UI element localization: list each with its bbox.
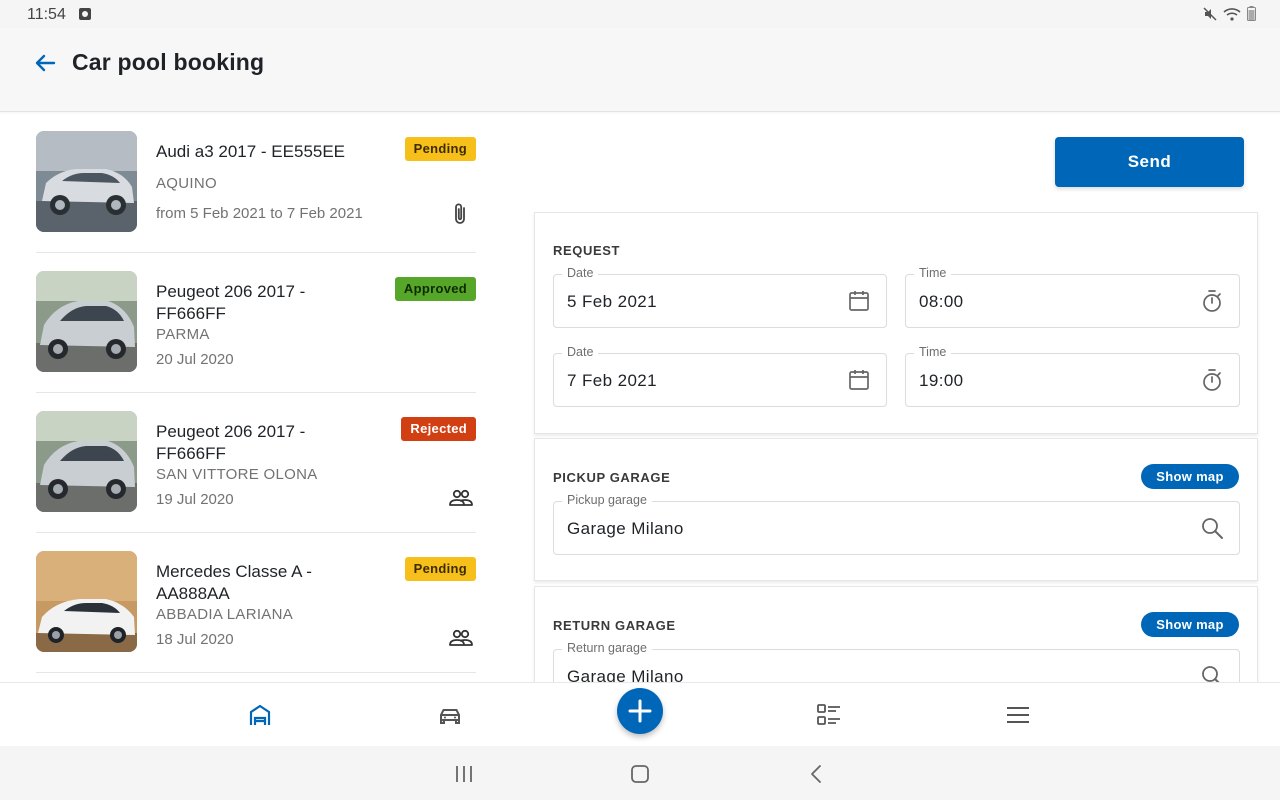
recent-apps-icon[interactable]: [453, 763, 475, 785]
mute-icon: [1203, 6, 1217, 21]
calendar-icon[interactable]: [846, 288, 872, 314]
status-bar: 11:54: [0, 0, 1280, 28]
add-button[interactable]: [617, 688, 663, 734]
request-section-title: REQUEST: [553, 243, 621, 258]
booking-item[interactable]: Mercedes Classe A - AA888AA ABBADIA LARI…: [36, 533, 476, 673]
car-location: PARMA: [156, 326, 210, 343]
return-section-title: RETURN GARAGE: [553, 618, 676, 633]
wifi-icon: [1223, 7, 1241, 21]
booking-date: from 5 Feb 2021 to 7 Feb 2021: [156, 205, 363, 222]
menu-icon[interactable]: [1004, 701, 1032, 729]
booking-item[interactable]: Peugeot 206 2017 - FF666FF SAN VITTORE O…: [36, 393, 476, 533]
timer-icon[interactable]: [1199, 367, 1225, 393]
car-name: Mercedes Classe A - AA888AA: [156, 562, 312, 603]
booking-item[interactable]: Audi a3 2017 - EE555EE AQUINO from 5 Feb…: [36, 113, 476, 253]
car-photo: [36, 271, 137, 372]
end-time-value: 19:00: [919, 371, 964, 390]
car-name: Audi a3 2017 - EE555EE: [156, 142, 346, 161]
people-icon: [449, 629, 473, 646]
car-location: ABBADIA LARIANA: [156, 606, 294, 623]
send-button[interactable]: Send: [1055, 137, 1244, 187]
pickup-garage-field[interactable]: Pickup garage Garage Milano: [553, 493, 1240, 555]
add-icon: [628, 699, 652, 723]
request-card: REQUEST Date 5 Feb 2021 Time 08:00 Date …: [534, 212, 1258, 434]
end-date-value: 7 Feb 2021: [567, 371, 658, 390]
start-time-value: 08:00: [919, 292, 964, 311]
status-badge: Pending: [404, 557, 476, 581]
booking-date: 20 Jul 2020: [156, 351, 234, 368]
app-bar: Car pool booking: [0, 28, 1280, 112]
field-label: Time: [914, 266, 952, 280]
pickup-section-title: PICKUP GARAGE: [553, 470, 671, 485]
garage-icon[interactable]: [246, 701, 274, 729]
battery-icon: [1247, 6, 1256, 21]
status-time: 11:54: [27, 6, 66, 23]
car-photo: [36, 551, 137, 652]
bottom-navigation: [0, 682, 1280, 746]
status-badge: Pending: [404, 137, 476, 161]
car-name: Peugeot 206 2017 - FF666FF: [156, 422, 306, 463]
start-date-field[interactable]: Date 5 Feb 2021: [553, 266, 887, 328]
car-photo: [36, 131, 137, 232]
status-icons: [1203, 6, 1256, 21]
notification-icon: [79, 8, 91, 20]
booking-list: Audi a3 2017 - EE555EE AQUINO from 5 Feb…: [0, 113, 510, 682]
page-title: Car pool booking: [72, 49, 265, 75]
pickup-garage-value: Garage Milano: [567, 519, 684, 538]
return-show-map-button[interactable]: Show map: [1141, 612, 1239, 637]
booking-date: 18 Jul 2020: [156, 631, 234, 648]
field-label: Date: [562, 266, 599, 280]
car-location: AQUINO: [156, 175, 217, 192]
pickup-show-map-button[interactable]: Show map: [1141, 464, 1239, 489]
car-photo: [36, 411, 137, 512]
home-icon[interactable]: [629, 763, 651, 785]
status-badge: Approved: [394, 277, 476, 301]
end-date-field[interactable]: Date 7 Feb 2021: [553, 345, 887, 407]
field-label: Time: [914, 345, 952, 359]
checklist-icon[interactable]: [815, 701, 843, 729]
timer-icon[interactable]: [1199, 288, 1225, 314]
booking-item[interactable]: Peugeot 206 2017 - FF666FF PARMA 20 Jul …: [36, 253, 476, 393]
field-label: Return garage: [562, 641, 652, 655]
status-badge: Rejected: [401, 417, 476, 441]
calendar-icon[interactable]: [846, 367, 872, 393]
pickup-garage-card: PICKUP GARAGE Show map Pickup garage Gar…: [534, 438, 1258, 581]
car-location: SAN VITTORE OLONA: [156, 466, 318, 483]
people-icon: [449, 489, 473, 506]
system-navigation-bar: [0, 746, 1280, 800]
back-arrow-icon[interactable]: [32, 50, 58, 76]
start-date-value: 5 Feb 2021: [567, 292, 658, 311]
car-icon[interactable]: [436, 701, 464, 729]
field-label: Pickup garage: [562, 493, 652, 507]
car-name: Peugeot 206 2017 - FF666FF: [156, 282, 306, 323]
start-time-field[interactable]: Time 08:00: [905, 266, 1240, 328]
system-back-icon[interactable]: [805, 763, 827, 785]
end-time-field[interactable]: Time 19:00: [905, 345, 1240, 407]
search-icon[interactable]: [1199, 515, 1225, 541]
field-label: Date: [562, 345, 599, 359]
booking-date: 19 Jul 2020: [156, 491, 234, 508]
paperclip-icon: [455, 203, 465, 224]
